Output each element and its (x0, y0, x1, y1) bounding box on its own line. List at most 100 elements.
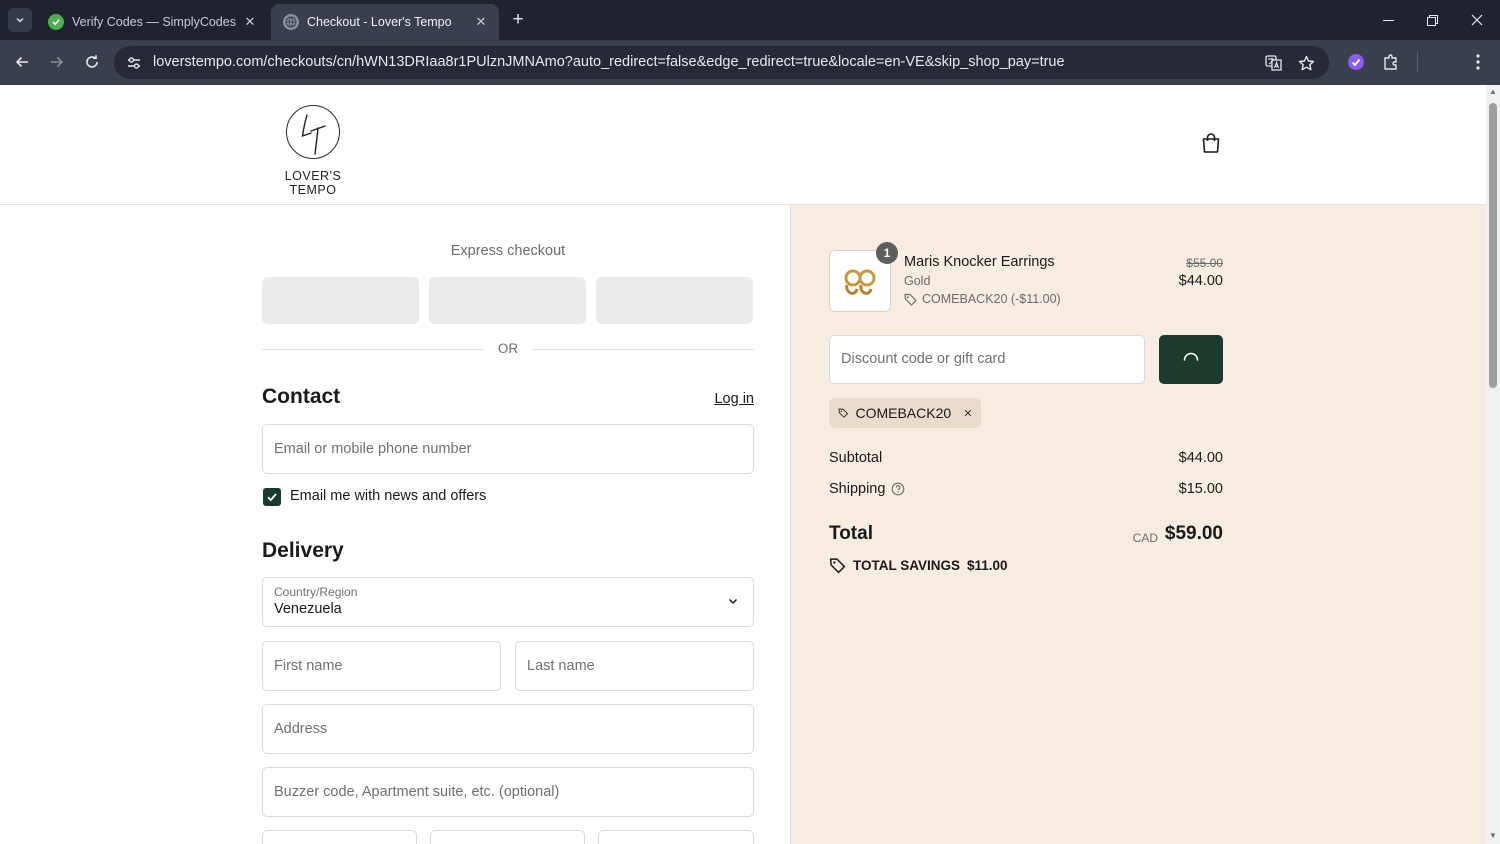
express-pay-button-1[interactable] (262, 277, 419, 324)
arrow-right-icon (51, 56, 64, 68)
simplycodes-favicon-icon (48, 14, 64, 30)
express-pay-button-2[interactable] (429, 277, 586, 324)
lt-monogram-icon (301, 114, 326, 155)
country-label: Country/Region (274, 585, 358, 599)
globe-favicon-icon (283, 14, 299, 30)
city-field[interactable] (262, 830, 417, 844)
savings-value: $11.00 (967, 558, 1008, 573)
bookmark-star-icon[interactable] (1294, 51, 1318, 75)
shipping-label: Shipping (829, 481, 905, 497)
browser-tabstrip: Verify Codes — SimplyCodes ✕ Checkout - … (0, 0, 1500, 40)
cart-bag-icon[interactable] (1198, 130, 1224, 156)
logo-monogram (286, 105, 340, 159)
total-label: Total (829, 523, 873, 544)
subtotal-label-text: Subtotal (829, 450, 883, 466)
help-circle-icon[interactable] (891, 482, 905, 496)
toolbar-divider (1417, 52, 1418, 72)
email-field[interactable]: Email or mobile phone number (262, 424, 754, 474)
checkout-header: LOVER'S TEMPO (0, 85, 1486, 205)
shipping-value: $15.00 (1178, 481, 1223, 497)
scrollbar-thumb[interactable] (1489, 103, 1497, 388)
back-button[interactable] (8, 48, 36, 76)
store-logo[interactable]: LOVER'S TEMPO (260, 103, 366, 197)
loading-spinner-icon (1183, 352, 1199, 361)
login-link[interactable]: Log in (700, 391, 754, 407)
url-text: loverstempo.com/checkouts/cn/hWN13DRIaa8… (153, 54, 1065, 70)
country-value: Venezuela (274, 601, 342, 617)
product-variant: Gold (904, 274, 931, 288)
subtotal-label: Subtotal (829, 450, 882, 466)
remove-discount-icon[interactable] (964, 407, 972, 419)
news-offers-checkbox[interactable] (263, 488, 281, 506)
address-placeholder: Address (274, 721, 328, 737)
shipping-label-text: Shipping (829, 481, 886, 497)
checkout-page: LOVER'S TEMPO Express checkout OR Contac… (0, 85, 1486, 844)
reload-button[interactable] (78, 48, 106, 76)
product-name: Maris Knocker Earrings (904, 254, 1055, 270)
news-offers-label: Email me with news and offers (290, 488, 487, 504)
first-name-placeholder: First name (274, 658, 343, 674)
email-placeholder: Email or mobile phone number (274, 441, 472, 457)
translate-icon[interactable] (1262, 51, 1286, 75)
new-tab-button[interactable]: + (506, 8, 530, 32)
total-currency: CAD (1132, 531, 1158, 545)
forward-button[interactable] (43, 48, 71, 76)
country-select[interactable]: Country/Region Venezuela (262, 577, 754, 627)
restore-icon (1426, 14, 1438, 26)
close-tab-icon[interactable]: ✕ (473, 14, 489, 30)
postal-code-field[interactable] (598, 830, 754, 844)
savings-label: TOTAL SAVINGS (853, 558, 961, 573)
close-window-button[interactable] (1455, 0, 1499, 40)
applied-discount-chip: COMEBACK20 (829, 398, 981, 428)
tag-icon (829, 558, 846, 574)
chevron-down-icon (16, 17, 24, 23)
address-field[interactable]: Address (262, 704, 754, 754)
apply-discount-button[interactable] (1159, 335, 1223, 384)
first-name-field[interactable]: First name (262, 641, 501, 691)
site-info-button[interactable] (122, 51, 146, 75)
tab-search-button[interactable] (8, 8, 32, 32)
apartment-field[interactable]: Buzzer code, Apartment suite, etc. (opti… (262, 767, 754, 817)
discount-code-input[interactable]: Discount code or gift card (829, 335, 1145, 384)
tab-title: Checkout - Lover's Tempo (307, 15, 452, 29)
or-divider-text: OR (497, 341, 519, 356)
tab-checkout[interactable]: Checkout - Lover's Tempo ✕ (271, 4, 499, 40)
restore-button[interactable] (1410, 0, 1454, 40)
extensions-puzzle-icon[interactable] (1378, 49, 1404, 75)
scroll-up-arrow-icon[interactable]: ▲ (1489, 88, 1497, 96)
minimize-icon (1382, 19, 1394, 21)
total-value: $59.00 (1164, 523, 1223, 544)
arrow-left-icon (15, 56, 28, 68)
product-discount: COMEBACK20 (-$11.00) (904, 292, 1061, 306)
address-bar[interactable]: loverstempo.com/checkouts/cn/hWN13DRIaa8… (114, 46, 1329, 79)
minimize-button[interactable] (1366, 0, 1410, 40)
applied-code-text: COMEBACK20 (855, 405, 952, 421)
page-scrollbar[interactable]: ▲ ▼ (1486, 85, 1500, 844)
extension-simplycodes-icon[interactable] (1343, 49, 1369, 75)
browser-toolbar: loverstempo.com/checkouts/cn/hWN13DRIaa8… (0, 40, 1500, 112)
browser-menu-icon[interactable] (1465, 49, 1491, 75)
state-field[interactable] (430, 830, 585, 844)
checkmark-icon (267, 493, 277, 502)
quantity-badge: 1 (876, 242, 898, 264)
order-summary-panel (790, 205, 1486, 844)
express-pay-button-3[interactable] (596, 277, 753, 324)
close-tab-icon[interactable]: ✕ (242, 14, 258, 30)
price-final: $44.00 (1178, 273, 1223, 289)
tag-icon (904, 293, 917, 306)
apartment-placeholder: Buzzer code, Apartment suite, etc. (opti… (274, 784, 560, 800)
scroll-down-arrow-icon[interactable]: ▼ (1489, 832, 1497, 840)
last-name-placeholder: Last name (527, 658, 595, 674)
chevron-down-icon (728, 598, 738, 605)
delivery-heading: Delivery (262, 539, 344, 562)
subtotal-value: $44.00 (1178, 450, 1223, 466)
last-name-field[interactable]: Last name (515, 641, 754, 691)
logo-wordmark: LOVER'S TEMPO (284, 169, 342, 197)
discount-placeholder: Discount code or gift card (841, 351, 1006, 367)
total-savings: TOTAL SAVINGS $11.00 (829, 557, 1008, 574)
tune-icon (128, 57, 140, 69)
reload-icon (86, 55, 98, 68)
tab-title: Verify Codes — SimplyCodes (72, 15, 236, 29)
tab-simplycodes[interactable]: Verify Codes — SimplyCodes ✕ (36, 4, 268, 40)
tag-icon (838, 408, 848, 418)
